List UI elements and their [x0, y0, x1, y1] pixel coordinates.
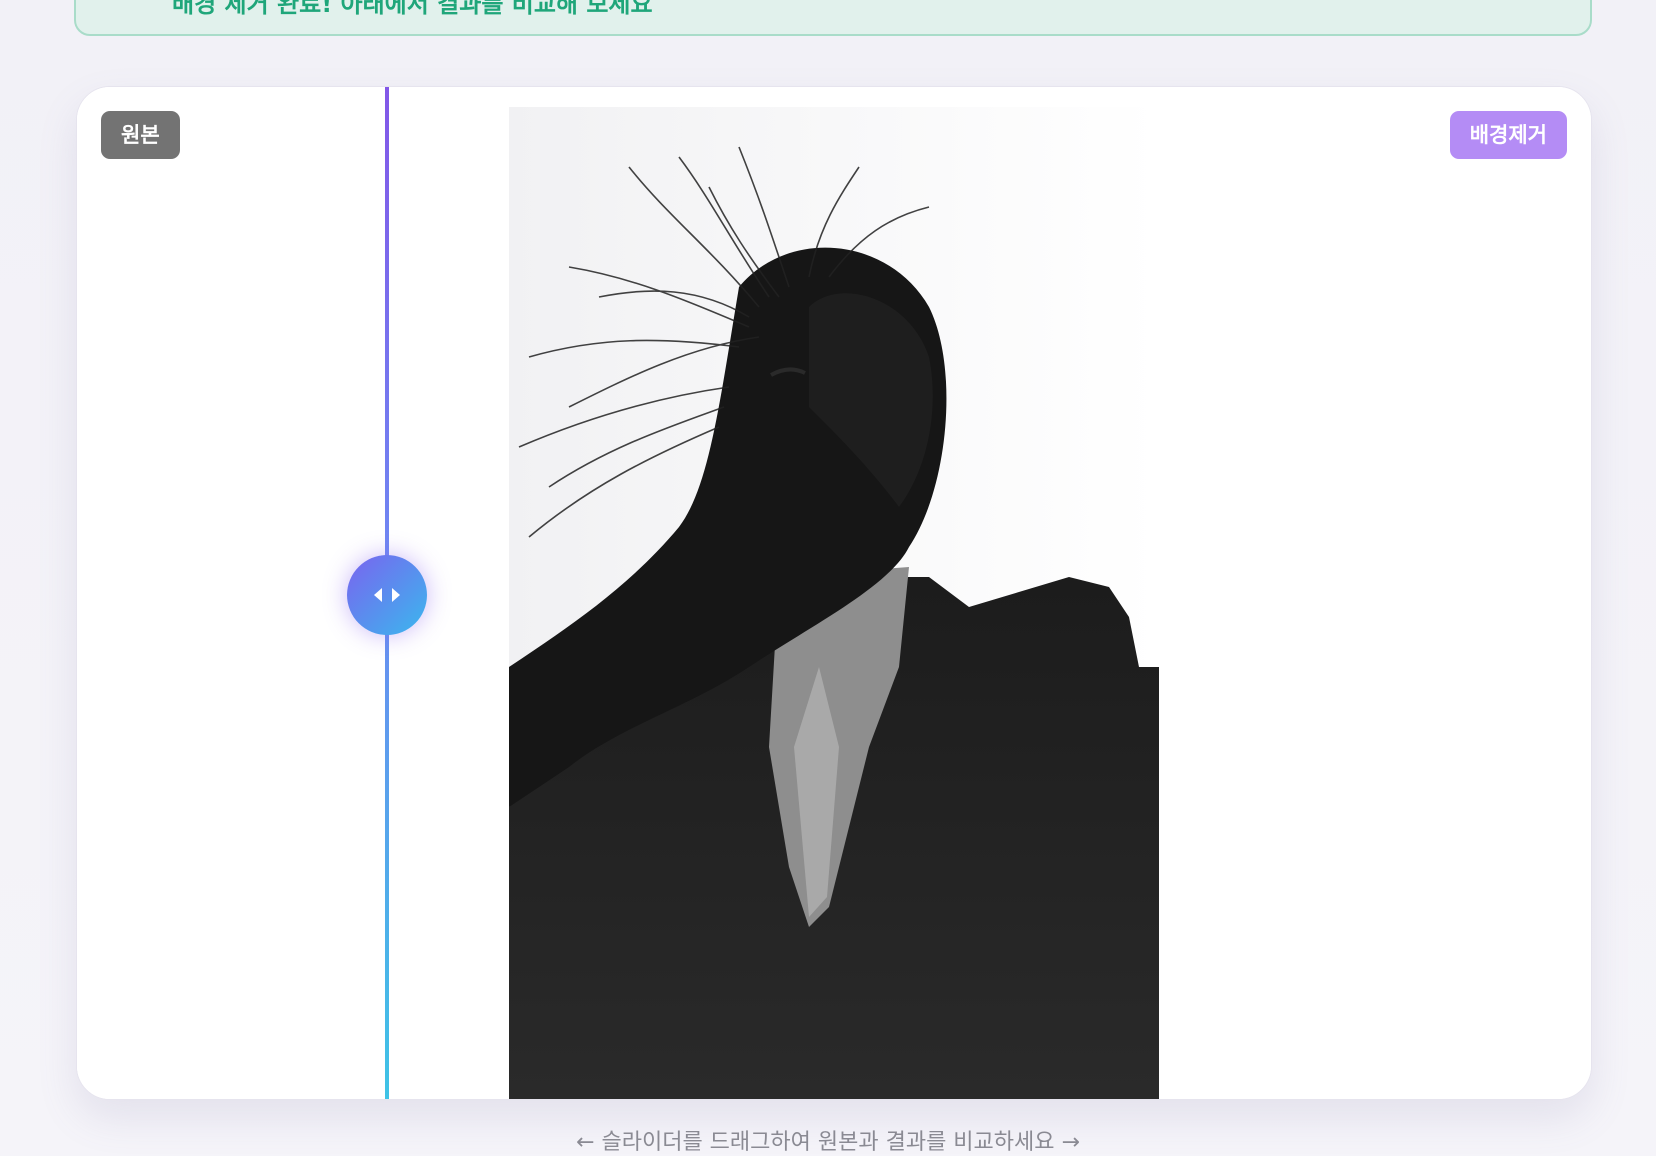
success-banner-text: 배경 제거 완료! 아래에서 결과를 비교해 보세요	[172, 0, 653, 18]
person-photo-image	[509, 107, 1159, 1099]
slider-handle[interactable]	[347, 555, 427, 635]
left-right-arrows-icon	[374, 588, 400, 602]
original-label-badge: 원본	[101, 111, 180, 159]
page: 배경 제거 완료! 아래에서 결과를 비교해 보세요 원본 배경제거 ← 슬라이…	[0, 0, 1656, 1156]
compare-card: 원본 배경제거	[76, 86, 1592, 1100]
original-image-layer	[77, 87, 387, 1099]
compare-hint-text: ← 슬라이더를 드래그하여 원본과 결과를 비교하세요 →	[576, 1130, 1080, 1155]
result-label-badge: 배경제거	[1449, 111, 1567, 159]
result-photo	[509, 107, 1159, 1099]
success-banner: 배경 제거 완료! 아래에서 결과를 비교해 보세요	[74, 0, 1592, 36]
